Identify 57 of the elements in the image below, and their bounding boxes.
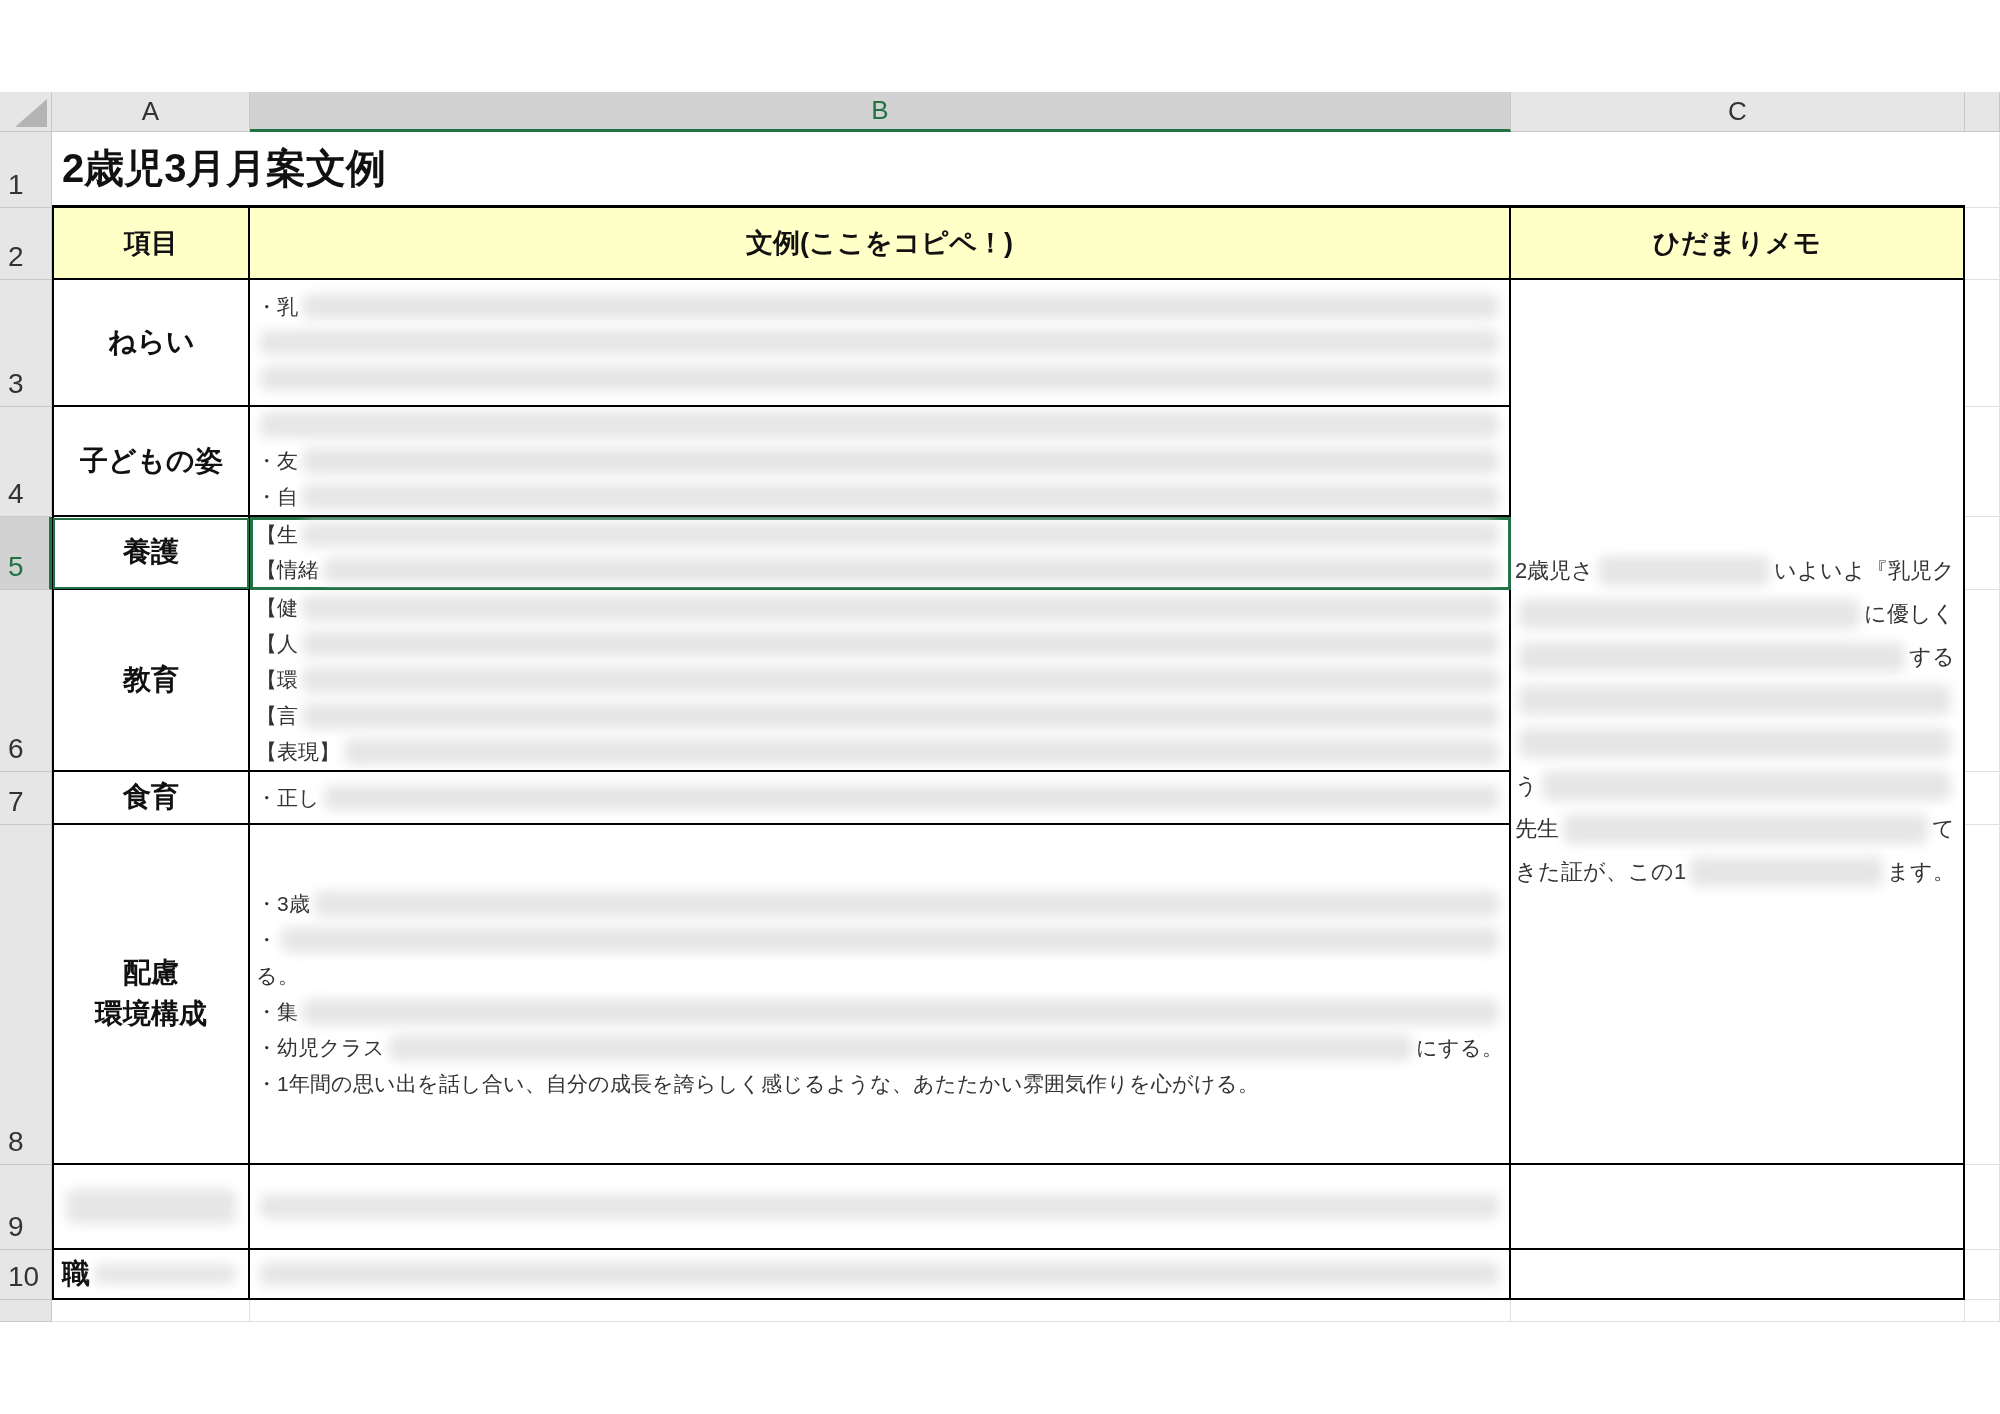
cell-text: う: [1515, 772, 1538, 800]
cell-text: 【生: [256, 521, 298, 548]
cell-text: 【言: [256, 703, 298, 729]
cell-text: 職: [62, 1256, 90, 1291]
row-header[interactable]: 9: [0, 1165, 52, 1250]
cell-text: ます。: [1887, 858, 1955, 886]
cell-text: ・: [256, 927, 277, 953]
empty-cell: [1965, 1300, 2000, 1322]
row-header[interactable]: 5: [0, 517, 52, 590]
header-cell: 文例(ここをコピペ！): [250, 208, 1511, 280]
item-label: 子どもの姿: [52, 407, 250, 517]
row-header[interactable]: 6: [0, 590, 52, 772]
cell-text: ・1年間の思い出を話し合い、自分の成長を誇らしく感じるような、あたたかい雰囲気作りを心がける。: [256, 1071, 1259, 1097]
cell-text: 【表現】: [256, 739, 340, 765]
cell-text: ・幼児クラス: [256, 1035, 385, 1061]
row-header[interactable]: [0, 1300, 52, 1322]
header-cell: 項目: [52, 208, 250, 280]
cell-text: いよいよ『乳児ク: [1774, 557, 1955, 585]
column-header[interactable]: A: [52, 92, 250, 132]
cell-text: きた証が、この1: [1515, 858, 1687, 886]
column-header[interactable]: B: [250, 92, 1511, 132]
cell-text: 先生: [1515, 815, 1559, 843]
header-cell: ひだまりメモ: [1511, 208, 1965, 280]
cell-text: ・乳: [256, 293, 298, 320]
row-header[interactable]: 10: [0, 1250, 52, 1300]
cell-text: ・友: [256, 448, 298, 474]
cell-text: ・集: [256, 999, 298, 1025]
row-header[interactable]: 8: [0, 825, 52, 1165]
item-label: 食育: [52, 772, 250, 825]
empty-cell: [1965, 1250, 2000, 1300]
cell-text: に優しく: [1864, 600, 1955, 628]
row-header[interactable]: 7: [0, 772, 52, 825]
cell-text: ・正し: [256, 784, 320, 811]
cell-text: て: [1932, 815, 1955, 843]
cell-text: 2歳児さ: [1515, 557, 1595, 585]
item-label: 教育: [52, 590, 250, 772]
empty-cell: [1965, 772, 2000, 825]
row-header[interactable]: 2: [0, 208, 52, 280]
item-label: 養護: [52, 517, 250, 590]
cell-text: 【情緒: [256, 557, 319, 584]
row-header[interactable]: 1: [0, 132, 52, 208]
select-all-icon[interactable]: [15, 99, 47, 127]
item-label: ねらい: [52, 280, 250, 407]
cell-text: ・自: [256, 484, 298, 510]
item-label: 配慮 環境構成: [52, 825, 250, 1165]
row-header[interactable]: 3: [0, 280, 52, 407]
row-header[interactable]: 4: [0, 407, 52, 517]
cell-text: 【健: [256, 595, 298, 621]
column-header[interactable]: [1965, 92, 2000, 132]
cell-text: る。: [256, 963, 299, 989]
column-header[interactable]: C: [1511, 92, 1965, 132]
cell-text: する: [1909, 643, 1955, 671]
cell-text: 【環: [256, 667, 298, 693]
empty-cell: [1965, 208, 2000, 280]
cell-text: ・3歳: [256, 891, 310, 917]
cell-text: 【人: [256, 631, 298, 657]
cell-text: にする。: [1416, 1035, 1503, 1061]
